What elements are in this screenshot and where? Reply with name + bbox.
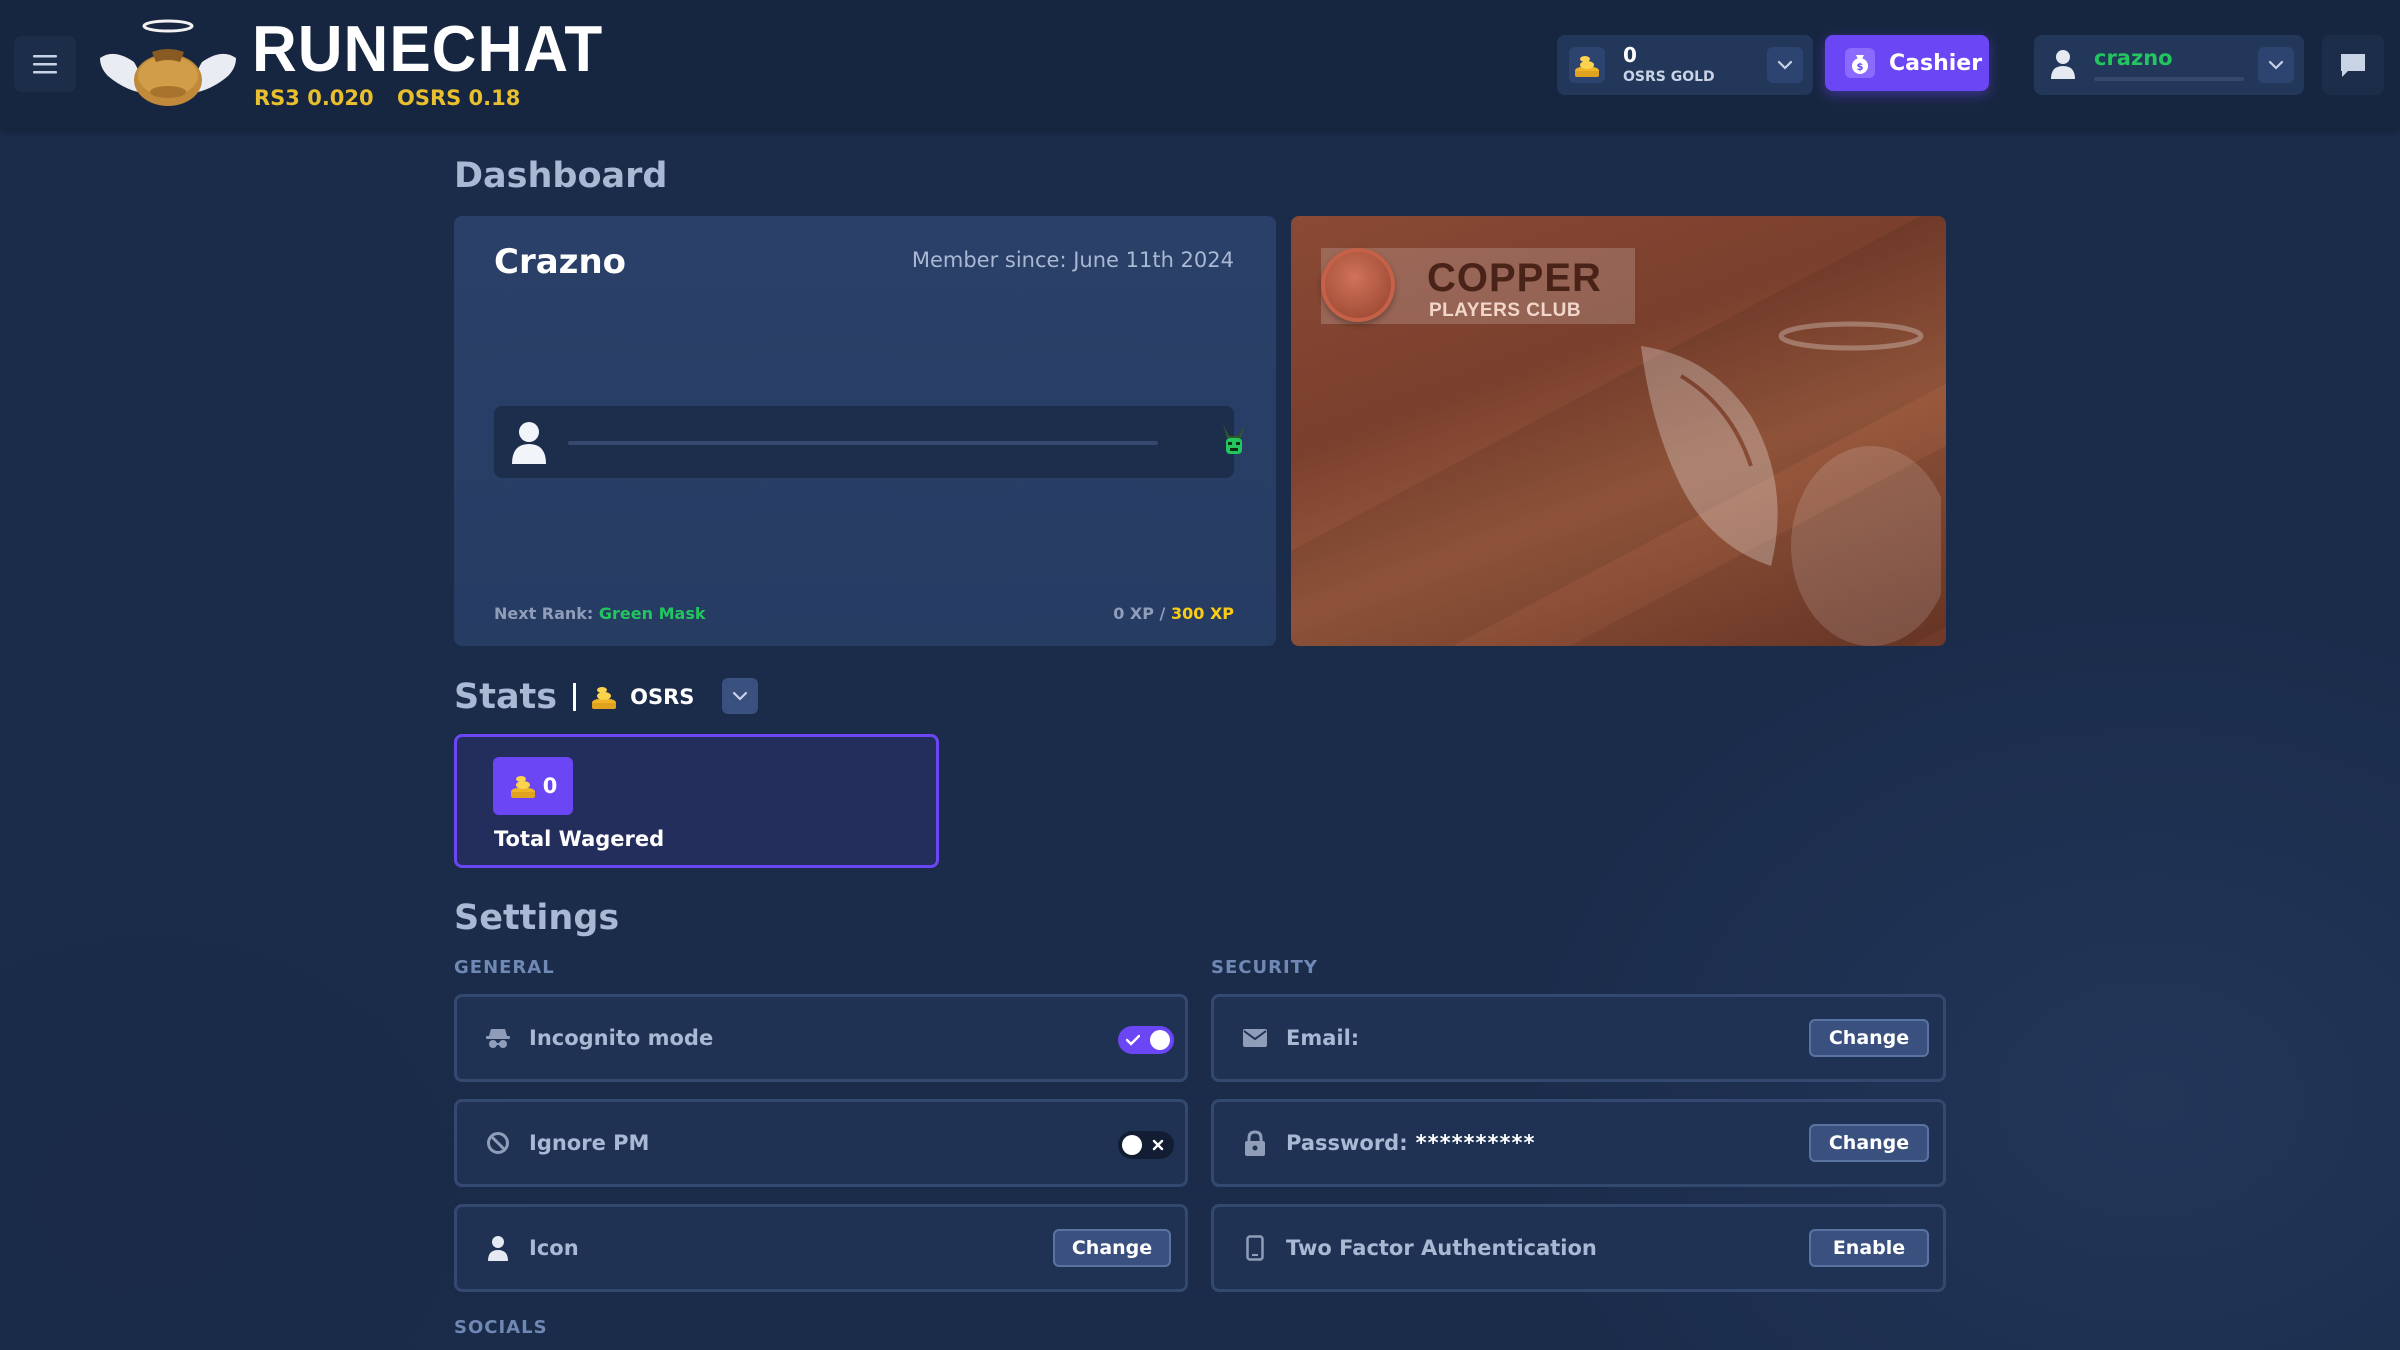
security-group-label: SECURITY — [1211, 957, 1318, 978]
user-menu[interactable]: crazno — [2034, 35, 2304, 95]
settings-title: Settings — [454, 898, 620, 938]
menu-button[interactable] — [14, 36, 76, 92]
block-icon — [485, 1130, 511, 1156]
next-rank: Next Rank: Green Mask — [494, 604, 705, 623]
stats-currency-dropdown[interactable] — [722, 678, 758, 714]
email-label: Email: — [1286, 1026, 1367, 1050]
user-dropdown-button[interactable] — [2258, 47, 2294, 83]
icon-label: Icon — [529, 1236, 579, 1260]
user-xp-bar — [2094, 77, 2244, 81]
balance-amount: 0 — [1623, 43, 1637, 67]
setting-icon: Icon Change — [454, 1204, 1188, 1292]
balance-dropdown-button[interactable] — [1767, 47, 1803, 83]
incognito-toggle[interactable] — [1118, 1026, 1174, 1054]
total-wagered-value: 0 — [542, 774, 558, 798]
email-change-button[interactable]: Change — [1809, 1019, 1929, 1057]
password-label-text: Password: — [1286, 1131, 1408, 1155]
rank-progress — [494, 406, 1245, 478]
general-group-label: GENERAL — [454, 957, 555, 978]
chevron-down-icon — [1777, 60, 1793, 70]
setting-password: Password: ********** Change — [1211, 1099, 1946, 1187]
chat-icon — [2341, 54, 2365, 77]
user-avatar-icon — [512, 422, 546, 464]
icon-change-button[interactable]: Change — [1053, 1229, 1171, 1267]
coin-icon — [510, 776, 535, 798]
stats-title: Stats — [454, 677, 558, 717]
mail-icon — [1242, 1025, 1268, 1051]
cashier-label: Cashier — [1889, 50, 1983, 76]
check-icon — [1126, 1034, 1140, 1046]
ignore-pm-toggle[interactable] — [1118, 1131, 1174, 1159]
top-bar: RUNECHAT RS3 0.020 OSRS 0.18 0 OSRS GOLD… — [0, 0, 2400, 128]
next-rank-value: Green Mask — [598, 604, 706, 623]
balance-selector[interactable]: 0 OSRS GOLD — [1557, 35, 1813, 95]
green-mask-icon — [1223, 424, 1245, 454]
wing-watermark-icon — [1641, 321, 1941, 646]
logo-icon[interactable] — [94, 18, 242, 108]
username: crazno — [2094, 46, 2173, 70]
next-rank-label: Next Rank: — [494, 604, 594, 623]
menu-icon — [33, 55, 57, 74]
stats-divider — [573, 683, 577, 711]
total-wagered-badge: 0 — [493, 757, 573, 815]
balance-currency: OSRS GOLD — [1623, 69, 1715, 85]
setting-two-factor: Two Factor Authentication Enable — [1211, 1204, 1946, 1292]
cashier-button[interactable]: $ Cashier — [1825, 35, 1989, 91]
total-wagered-label: Total Wagered — [494, 827, 665, 851]
chat-button[interactable] — [2322, 35, 2384, 95]
stats-currency: OSRS — [630, 685, 695, 709]
total-wagered-card: 0 Total Wagered — [454, 734, 939, 868]
setting-email: Email: Change — [1211, 994, 1946, 1082]
phone-icon — [1242, 1235, 1268, 1261]
chevron-down-icon — [2268, 60, 2284, 70]
stats-header: Stats OSRS — [454, 672, 694, 722]
club-subtitle: PLAYERS CLUB — [1429, 300, 1582, 321]
incognito-icon — [485, 1025, 511, 1051]
price-ticker: RS3 0.020 OSRS 0.18 — [254, 86, 536, 110]
profile-name: Crazno — [494, 242, 627, 282]
two-factor-enable-button[interactable]: Enable — [1809, 1229, 1929, 1267]
club-title: COPPER — [1427, 256, 1602, 300]
coin-icon — [1569, 47, 1605, 83]
players-club-card: COPPER PLAYERS CLUB — [1291, 216, 1946, 646]
password-change-button[interactable]: Change — [1809, 1124, 1929, 1162]
lock-icon — [1242, 1130, 1268, 1156]
setting-incognito: Incognito mode — [454, 994, 1188, 1082]
price-osrs: OSRS 0.18 — [396, 86, 521, 110]
svg-text:$: $ — [1857, 62, 1864, 73]
user-icon — [2051, 50, 2075, 79]
password-value: ********** — [1415, 1131, 1536, 1155]
profile-card: Crazno Member since: June 11th 2024 Next… — [454, 216, 1276, 646]
chevron-down-icon — [732, 691, 748, 701]
copper-coin-icon — [1321, 248, 1395, 322]
socials-group-label: SOCIALS — [454, 1317, 548, 1338]
user-icon — [485, 1235, 511, 1261]
xp-current: 0 XP — [1113, 604, 1154, 623]
dashboard-title: Dashboard — [454, 156, 668, 196]
email-label-text: Email: — [1286, 1026, 1360, 1050]
brand-name: RUNECHAT — [252, 13, 604, 86]
two-factor-label: Two Factor Authentication — [1286, 1236, 1597, 1260]
close-icon — [1152, 1139, 1164, 1151]
rank-progress-track — [568, 441, 1158, 445]
coin-icon — [592, 687, 617, 709]
toggle-knob — [1150, 1030, 1170, 1050]
xp-max: 300 XP — [1170, 604, 1234, 623]
ignore-pm-label: Ignore PM — [529, 1131, 650, 1155]
setting-ignore-pm: Ignore PM — [454, 1099, 1188, 1187]
background — [0, 0, 2400, 1350]
password-label: Password: ********** — [1286, 1131, 1535, 1155]
xp-separator: / — [1159, 604, 1166, 623]
toggle-knob — [1122, 1135, 1142, 1155]
price-rs3: RS3 0.020 — [254, 86, 374, 110]
incognito-label: Incognito mode — [529, 1026, 714, 1050]
money-bag-icon: $ — [1845, 48, 1875, 78]
xp-progress-text: 0 XP / 300 XP — [1113, 604, 1234, 623]
member-since: Member since: June 11th 2024 — [911, 248, 1234, 272]
